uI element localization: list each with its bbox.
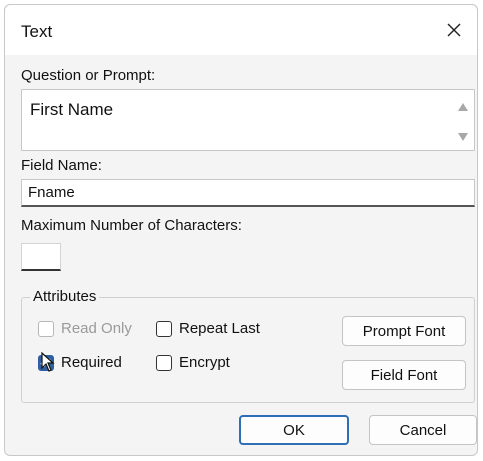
scroll-down-arrow-icon[interactable] bbox=[456, 130, 470, 144]
scroll-up-arrow-icon[interactable] bbox=[456, 100, 470, 114]
ok-button[interactable]: OK bbox=[239, 415, 349, 445]
cancel-button[interactable]: Cancel bbox=[369, 415, 477, 445]
read-only-checkbox[interactable]: Read Only bbox=[38, 320, 132, 337]
read-only-box bbox=[38, 320, 54, 337]
max-chars-input[interactable] bbox=[21, 243, 61, 271]
repeat-last-label: Repeat Last bbox=[179, 320, 260, 337]
field-name-input[interactable] bbox=[21, 179, 475, 207]
mouse-pointer-icon bbox=[41, 352, 55, 372]
title-bar: Text bbox=[5, 5, 477, 55]
repeat-last-checkbox[interactable]: Repeat Last bbox=[156, 320, 260, 337]
close-button[interactable] bbox=[439, 15, 469, 45]
encrypt-checkbox[interactable]: Encrypt bbox=[156, 354, 230, 371]
required-label: Required bbox=[61, 354, 122, 371]
prompt-value: First Name bbox=[30, 100, 114, 119]
read-only-label: Read Only bbox=[61, 320, 132, 337]
attributes-group: Attributes Read Only Repeat Last Require… bbox=[21, 288, 475, 403]
prompt-textarea[interactable]: First Name bbox=[21, 89, 475, 151]
encrypt-label: Encrypt bbox=[179, 354, 230, 371]
max-chars-label: Maximum Number of Characters: bbox=[21, 217, 242, 234]
close-icon bbox=[447, 23, 461, 37]
prompt-label: Question or Prompt: bbox=[21, 67, 156, 84]
attributes-label: Attributes bbox=[30, 288, 100, 305]
repeat-last-box bbox=[156, 320, 172, 337]
prompt-font-button[interactable]: Prompt Font bbox=[342, 316, 466, 346]
text-dialog: Text Question or Prompt: First Name Fiel… bbox=[4, 4, 478, 456]
field-name-label: Field Name: bbox=[21, 157, 102, 174]
encrypt-box bbox=[156, 354, 172, 371]
dialog-title: Text bbox=[21, 22, 53, 41]
field-font-button[interactable]: Field Font bbox=[342, 360, 466, 390]
